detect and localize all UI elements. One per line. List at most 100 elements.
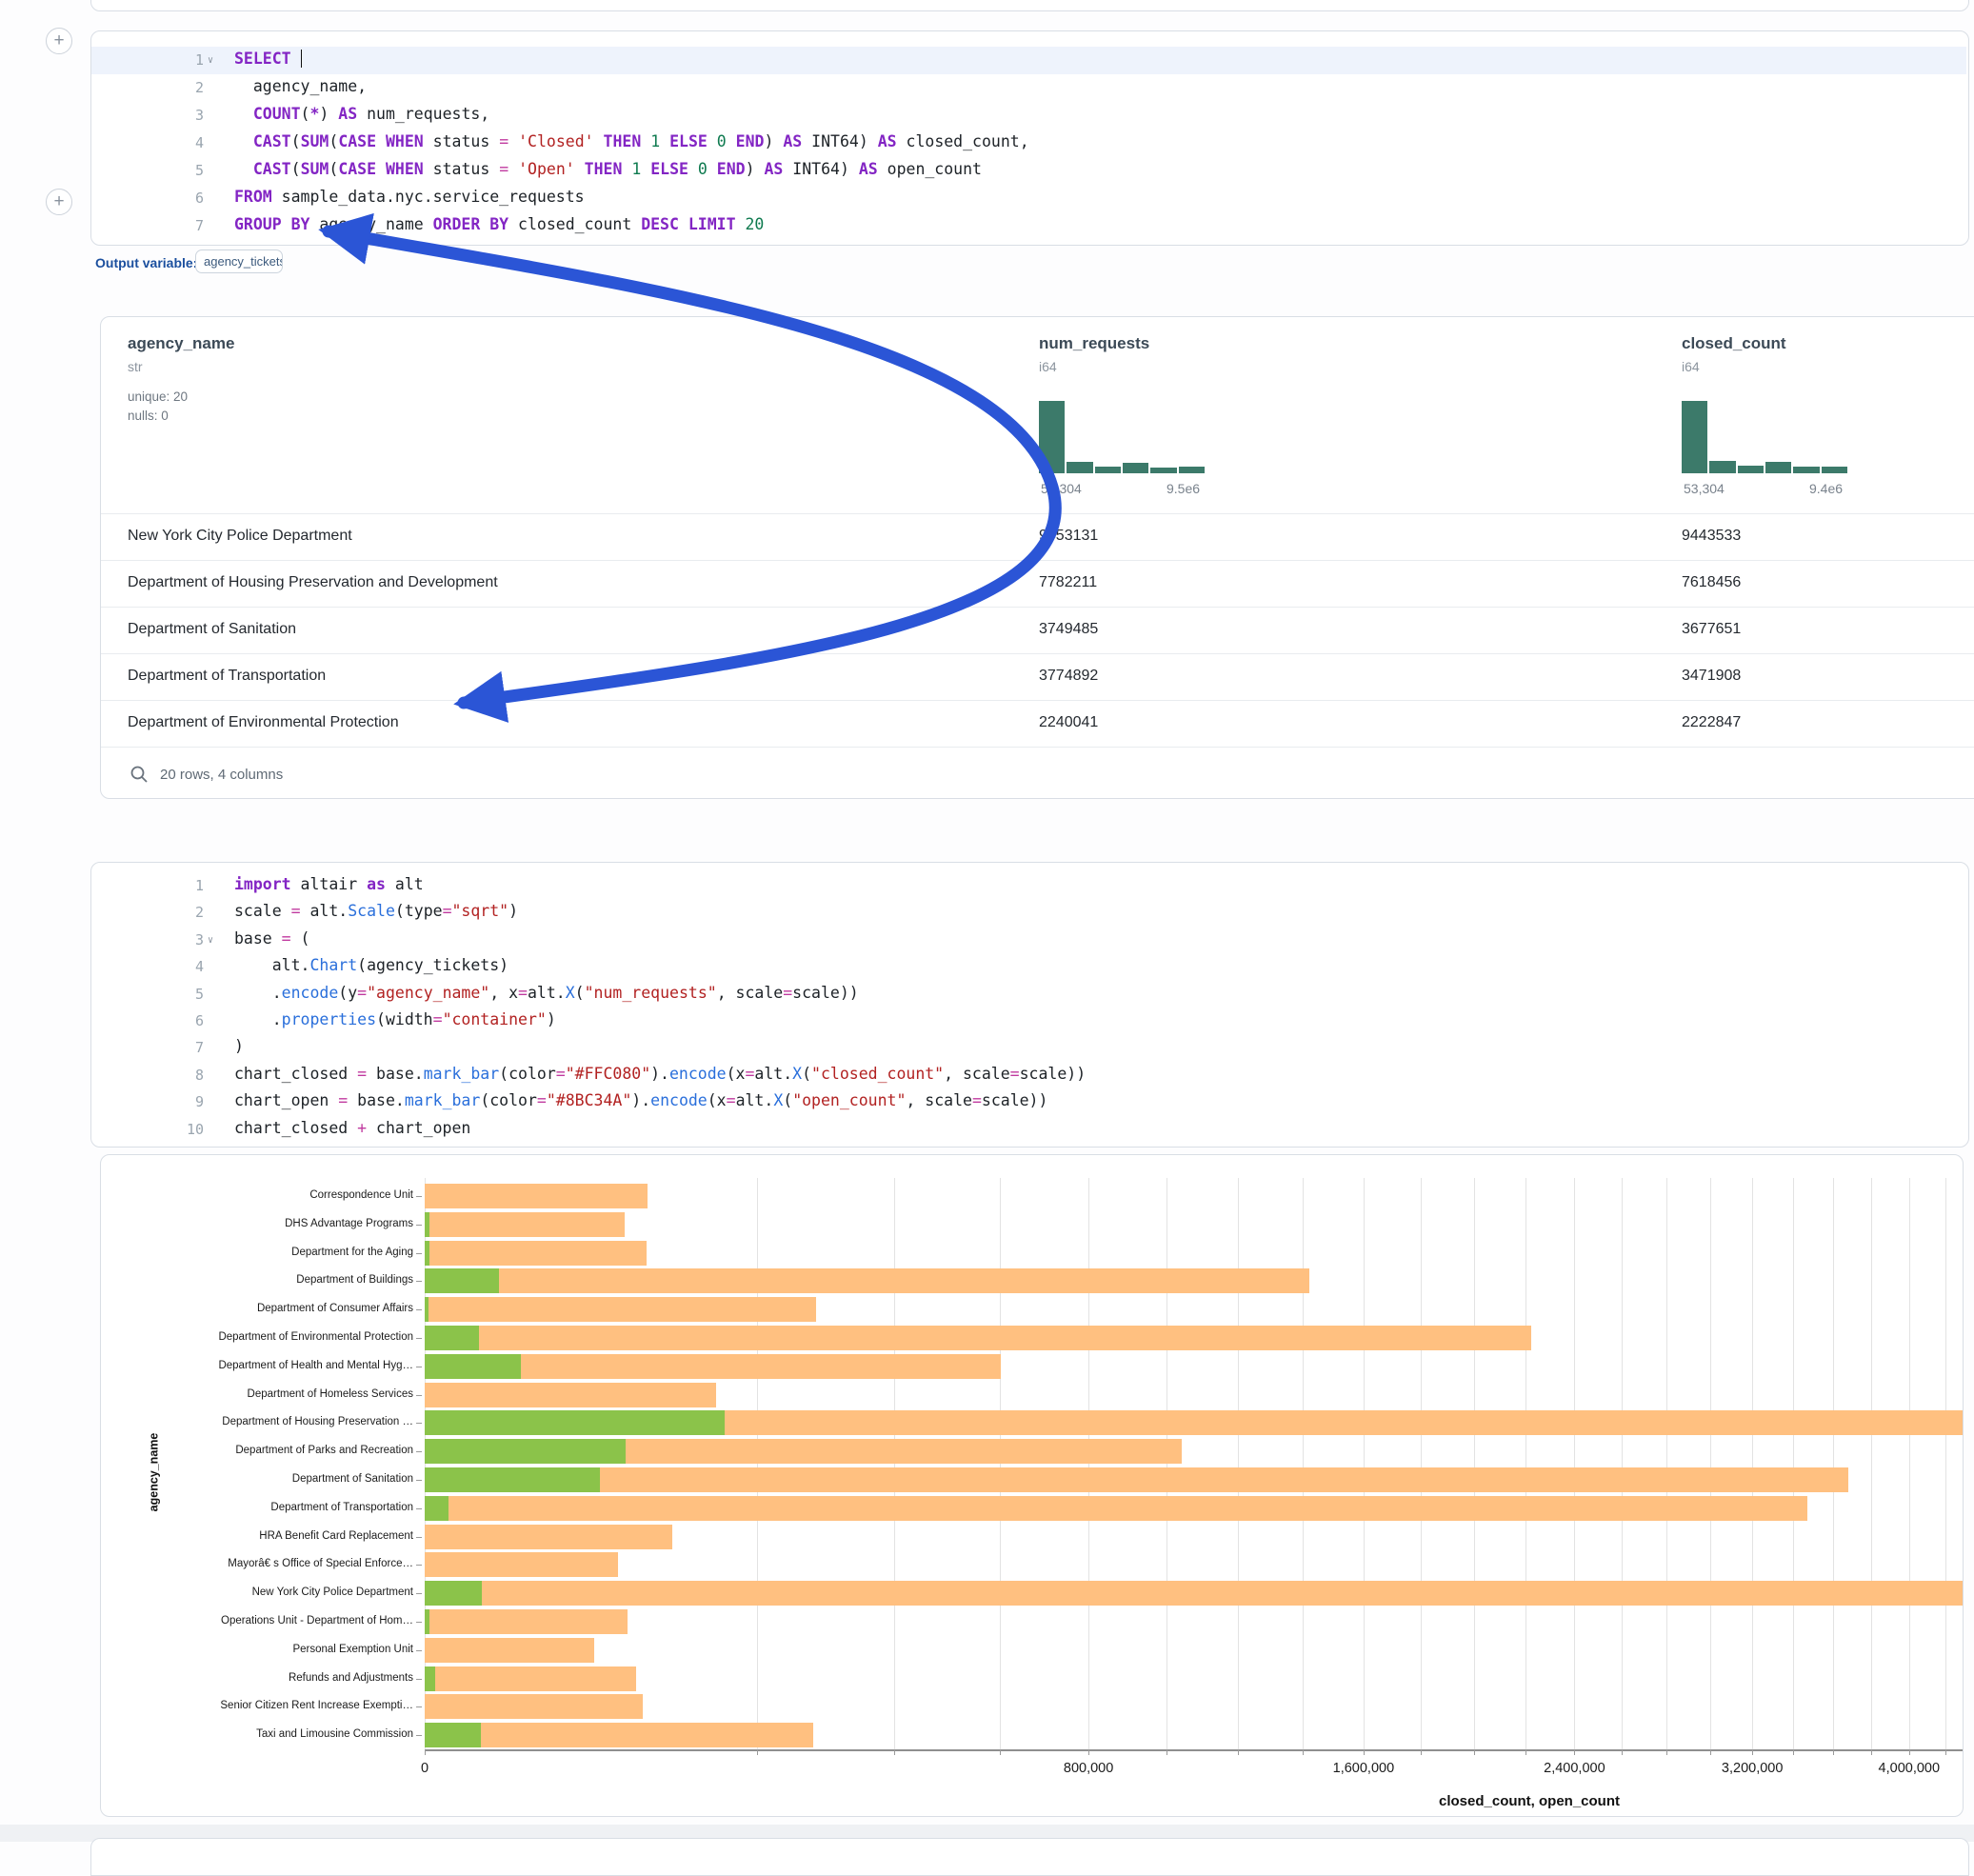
column-header[interactable]: agency_name	[128, 334, 234, 353]
x-axis-tick	[1909, 1749, 1910, 1755]
code-line[interactable]: 2 agency_name,	[91, 74, 1966, 102]
table-cell[interactable]: Department of Environmental Protection	[128, 714, 399, 731]
code-text: chart_closed + chart_open	[234, 1119, 470, 1137]
line-number: 4	[91, 130, 204, 151]
code-line[interactable]: 2scale = alt.Scale(type="sqrt")	[91, 899, 1966, 927]
code-line[interactable]: 1∨SELECT	[91, 47, 1966, 74]
histogram-bar	[1067, 462, 1092, 473]
line-number: 3	[91, 102, 204, 124]
bar-closed-count	[425, 1638, 594, 1663]
code-line[interactable]: 8chart_closed = base.mark_bar(color="#FF…	[91, 1062, 1966, 1089]
code-line[interactable]: 9chart_open = base.mark_bar(color="#8BC3…	[91, 1088, 1966, 1116]
table-cell[interactable]: Department of Housing Preservation and D…	[128, 574, 498, 591]
table-cell[interactable]: 3774892	[1039, 668, 1098, 685]
table-cell[interactable]: 2240041	[1039, 714, 1098, 731]
y-axis-label: DHS Advantage Programs	[101, 1218, 413, 1229]
column-header[interactable]: closed_count	[1682, 334, 1786, 353]
table-cell[interactable]: 3471908	[1682, 668, 1741, 685]
table-cell[interactable]: 2222847	[1682, 714, 1741, 731]
output-variable-input[interactable]: agency_tickets	[195, 249, 283, 273]
x-axis-tick	[894, 1749, 895, 1755]
previous-cell-edge	[90, 0, 1969, 11]
y-axis-tick	[416, 1423, 422, 1424]
y-axis-tick	[416, 1565, 422, 1566]
add-cell-button-top[interactable]: +	[46, 28, 72, 54]
table-cell[interactable]: Department of Sanitation	[128, 621, 296, 638]
table-cell[interactable]: 3749485	[1039, 621, 1098, 638]
bar-closed-count	[425, 1184, 648, 1208]
python-code-editor[interactable]: 1import altair as alt2scale = alt.Scale(…	[91, 863, 1968, 1147]
histogram-max-label: 9.4e6	[1809, 481, 1843, 496]
gridline	[1833, 1178, 1834, 1749]
histogram-bar	[1039, 401, 1065, 473]
table-cell[interactable]: 9443533	[1682, 528, 1741, 545]
table-cell[interactable]: New York City Police Department	[128, 528, 352, 545]
y-axis-label: Department of Consumer Affairs	[101, 1303, 413, 1314]
x-axis-tick-label: 3,200,000	[1722, 1761, 1784, 1776]
code-text: alt.Chart(agency_tickets)	[234, 956, 508, 974]
bar-open-count	[425, 1496, 449, 1521]
output-variable-label: Output variable:	[95, 255, 197, 270]
histogram-min-label: 53,304	[1684, 481, 1725, 496]
x-axis-tick	[1710, 1749, 1711, 1755]
code-line[interactable]: 4 CAST(SUM(CASE WHEN status = 'Closed' T…	[91, 130, 1966, 157]
bar-open-count	[425, 1410, 725, 1435]
y-axis-tick	[416, 1650, 422, 1651]
search-icon[interactable]	[130, 765, 149, 784]
code-line[interactable]: 4 alt.Chart(agency_tickets)	[91, 953, 1966, 981]
x-axis-tick	[1666, 1749, 1667, 1755]
table-cell[interactable]: 7618456	[1682, 574, 1741, 591]
code-text: base = (	[234, 929, 309, 948]
code-line[interactable]: 7)	[91, 1034, 1966, 1062]
add-cell-button-middle[interactable]: +	[46, 189, 72, 215]
code-line[interactable]: 7GROUP BY agency_name ORDER BY closed_co…	[91, 212, 1966, 240]
x-axis-tick	[1000, 1749, 1001, 1755]
table-cell[interactable]: 3677651	[1682, 621, 1741, 638]
line-number: 10	[91, 1116, 204, 1138]
gridline	[1871, 1178, 1872, 1749]
x-axis-line	[425, 1749, 1964, 1751]
x-axis-tick	[1945, 1749, 1946, 1755]
gridline	[1421, 1178, 1422, 1749]
table-cell[interactable]: 9453131	[1039, 528, 1098, 545]
column-header[interactable]: num_requests	[1039, 334, 1149, 353]
line-number: 6	[91, 185, 204, 207]
code-text: CAST(SUM(CASE WHEN status = 'Closed' THE…	[234, 132, 1029, 150]
x-axis-tick-label: 2,400,000	[1544, 1761, 1605, 1776]
x-axis-tick-label: 1,600,000	[1333, 1761, 1395, 1776]
column-stat: nulls: 0	[128, 409, 169, 423]
code-text: import altair as alt	[234, 875, 424, 893]
bar-open-count	[425, 1666, 435, 1691]
column-histogram	[1039, 401, 1206, 473]
line-number: 8	[91, 1062, 204, 1084]
bar-open-count	[425, 1354, 521, 1379]
fold-caret-icon[interactable]: ∨	[208, 935, 213, 946]
x-axis-tick	[1622, 1749, 1623, 1755]
code-line[interactable]: 3∨base = (	[91, 927, 1966, 954]
code-line[interactable]: 1import altair as alt	[91, 872, 1966, 900]
bar-open-count	[425, 1326, 479, 1350]
x-axis-tick	[425, 1749, 426, 1755]
table-cell[interactable]: Department of Transportation	[128, 668, 326, 685]
code-text: scale = alt.Scale(type="sqrt")	[234, 902, 518, 920]
code-line[interactable]: 6FROM sample_data.nyc.service_requests	[91, 185, 1966, 212]
code-line[interactable]: 5 CAST(SUM(CASE WHEN status = 'Open' THE…	[91, 157, 1966, 185]
table-cell[interactable]: 7782211	[1039, 574, 1097, 591]
bar-closed-count	[425, 1496, 1807, 1521]
table-row-count: 20 rows, 4 columns	[160, 767, 283, 783]
bar-open-count	[425, 1467, 600, 1492]
y-axis-label: Department of Housing Preservation …	[101, 1416, 413, 1427]
y-axis-label: Department of Environmental Protection	[101, 1331, 413, 1343]
x-axis-tick	[1364, 1749, 1365, 1755]
line-number: 7	[91, 212, 204, 234]
x-axis-tick	[1833, 1749, 1834, 1755]
x-axis-tick-label: 4,000,000	[1879, 1761, 1941, 1776]
fold-caret-icon[interactable]: ∨	[208, 55, 213, 66]
python-cell[interactable]: 1import altair as alt2scale = alt.Scale(…	[90, 862, 1969, 1148]
code-line[interactable]: 10 chart_closed + chart_open	[91, 1116, 1966, 1144]
sql-code-editor[interactable]: 1∨SELECT 2 agency_name,3 COUNT(*) AS num…	[91, 31, 1968, 245]
code-line[interactable]: 3 COUNT(*) AS num_requests,	[91, 102, 1966, 130]
sql-cell[interactable]: 1∨SELECT 2 agency_name,3 COUNT(*) AS num…	[90, 30, 1969, 246]
code-line[interactable]: 6 .properties(width="container")	[91, 1008, 1966, 1035]
code-line[interactable]: 5 .encode(y="agency_name", x=alt.X("num_…	[91, 981, 1966, 1008]
